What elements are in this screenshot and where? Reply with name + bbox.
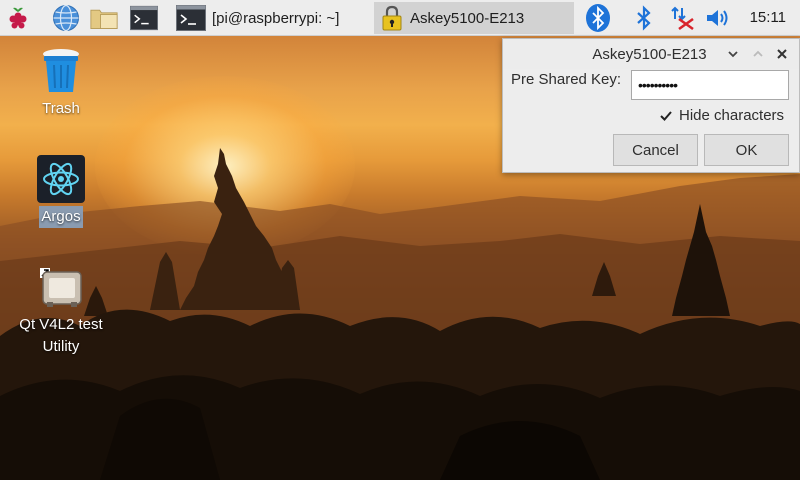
pre-shared-key-input[interactable]: •••••••••• xyxy=(631,70,789,100)
volume-tray-button[interactable] xyxy=(704,4,732,32)
checkbox-checked-icon[interactable] xyxy=(659,109,673,123)
minimize-button[interactable] xyxy=(725,46,741,62)
file-manager-button[interactable] xyxy=(90,4,118,32)
lock-icon xyxy=(382,5,402,31)
pre-shared-key-label: Pre Shared Key: xyxy=(511,71,622,88)
bluetooth-tray-button[interactable] xyxy=(630,4,658,32)
trash-icon xyxy=(36,46,86,96)
web-browser-button[interactable] xyxy=(52,4,80,32)
argos-atom-icon xyxy=(36,154,86,204)
raspberry-menu-button[interactable] xyxy=(4,4,32,32)
bluetooth-app-icon xyxy=(586,4,610,32)
ok-button[interactable]: OK xyxy=(704,134,789,166)
desktop-icon-argos[interactable]: Argos xyxy=(16,154,106,228)
close-button[interactable] xyxy=(774,46,790,62)
dialog-titlebar[interactable]: Askey5100-E213 xyxy=(503,39,799,69)
raspberry-menu-icon xyxy=(9,7,27,29)
desktop-icon-trash[interactable]: Trash xyxy=(16,46,106,120)
webcam-app-icon xyxy=(36,262,86,312)
chevron-up-icon xyxy=(753,50,763,57)
hide-characters-label: Hide characters xyxy=(679,107,785,124)
taskbar-window-wifi-dialog[interactable]: Askey5100-E213 xyxy=(374,2,574,34)
volume-icon xyxy=(707,10,728,26)
bluetooth-app-button[interactable] xyxy=(584,4,612,32)
bluetooth-icon xyxy=(637,5,651,31)
file-manager-icon xyxy=(90,9,118,29)
web-browser-icon xyxy=(53,4,79,32)
chevron-down-icon xyxy=(728,51,738,58)
wifi-key-dialog: Askey5100-E213 Pre Shared Key: •••••••••… xyxy=(502,38,800,173)
desktop-icon-label: Qt V4L2 test Utility xyxy=(19,316,103,355)
dialog-title: Askey5100-E213 xyxy=(592,46,707,63)
terminal-icon xyxy=(176,5,206,31)
hide-characters-toggle[interactable]: Hide characters xyxy=(659,107,784,124)
terminal-icon xyxy=(130,5,158,31)
network-tray-button[interactable] xyxy=(668,4,696,32)
taskbar-window-label: [pi@raspberrypi: ~] xyxy=(212,9,340,27)
close-icon xyxy=(777,49,787,59)
clock[interactable]: 15:11 xyxy=(750,9,786,26)
cancel-button[interactable]: Cancel xyxy=(613,134,698,166)
desktop-icon-label: Argos xyxy=(39,206,83,228)
taskbar-window-label: Askey5100-E213 xyxy=(410,9,525,27)
taskbar-window-terminal[interactable]: [pi@raspberrypi: ~] xyxy=(172,2,372,34)
terminal-launcher-button[interactable] xyxy=(130,4,158,32)
maximize-button[interactable] xyxy=(750,46,766,62)
desktop-icon-qt-v4l2[interactable]: Qt V4L2 test Utility xyxy=(16,262,106,358)
network-disconnected-icon xyxy=(671,6,694,31)
taskbar: [pi@raspberrypi: ~] Askey5100-E213 15:11 xyxy=(0,0,800,36)
desktop-icon-label: Trash xyxy=(42,100,80,117)
